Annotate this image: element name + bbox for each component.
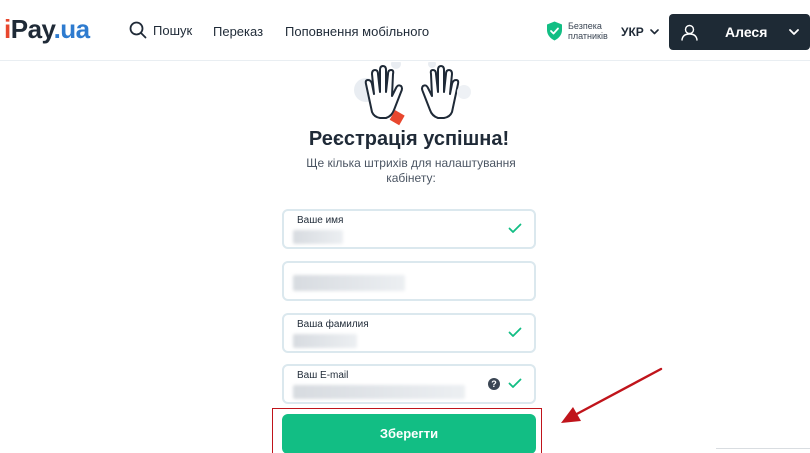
email-label: Ваш E-mail [297, 370, 349, 381]
nav-search[interactable]: Пошук [129, 21, 192, 39]
user-icon [681, 24, 698, 41]
checkmark-icon [508, 378, 522, 388]
checkmark-icon [508, 223, 522, 233]
first-name-value-blurred [293, 230, 343, 244]
chevron-down-icon [789, 28, 800, 35]
help-icon[interactable]: ? [488, 378, 500, 390]
nav-search-label: Пошук [153, 22, 193, 38]
first-name-field[interactable]: Ваше имя [282, 209, 536, 249]
language-label: УКР [621, 25, 644, 39]
email-value-blurred [293, 385, 465, 399]
logo-part-i: i [4, 14, 11, 44]
middle-name-value-blurred [293, 275, 405, 291]
site-header: iPay.ua Пошук Переказ Поповнення мобільн… [0, 0, 810, 61]
middle-name-field[interactable] [282, 261, 536, 301]
last-name-value-blurred [293, 334, 357, 348]
registration-subtitle: Ще кілька штрихів для налаштування кабін… [306, 156, 516, 185]
security-line1: Безпека [568, 21, 602, 31]
logo-part-ua: .ua [53, 14, 91, 44]
last-name-label: Ваша фамилия [297, 319, 369, 330]
last-name-field[interactable]: Ваша фамилия [282, 313, 536, 353]
save-button[interactable]: Зберегти [282, 414, 536, 453]
security-line2: платників [568, 31, 608, 41]
registration-success-title: Реєстрація успішна! [308, 128, 510, 150]
language-selector[interactable]: УКР [621, 25, 659, 39]
logo-part-pay: Pay [10, 14, 54, 44]
shield-check-icon [547, 21, 562, 41]
raised-hands-illustration [354, 62, 471, 128]
payer-security-link[interactable]: Безпека платників [546, 21, 608, 41]
search-icon [129, 21, 147, 39]
user-menu-button[interactable]: Алеся [669, 14, 810, 50]
security-text: Безпека платників [568, 21, 608, 41]
divider-line [716, 448, 810, 449]
chevron-down-icon [649, 29, 659, 35]
annotation-arrow [561, 367, 663, 423]
nav-mobile-topup[interactable]: Поповнення мобільного [285, 24, 429, 39]
email-field[interactable]: Ваш E-mail ? [282, 364, 536, 404]
ipay-logo[interactable]: iPay.ua [4, 14, 90, 45]
first-name-label: Ваше имя [297, 215, 344, 226]
user-name: Алеся [725, 24, 768, 40]
nav-transfer[interactable]: Переказ [213, 24, 263, 39]
checkmark-icon [508, 327, 522, 337]
